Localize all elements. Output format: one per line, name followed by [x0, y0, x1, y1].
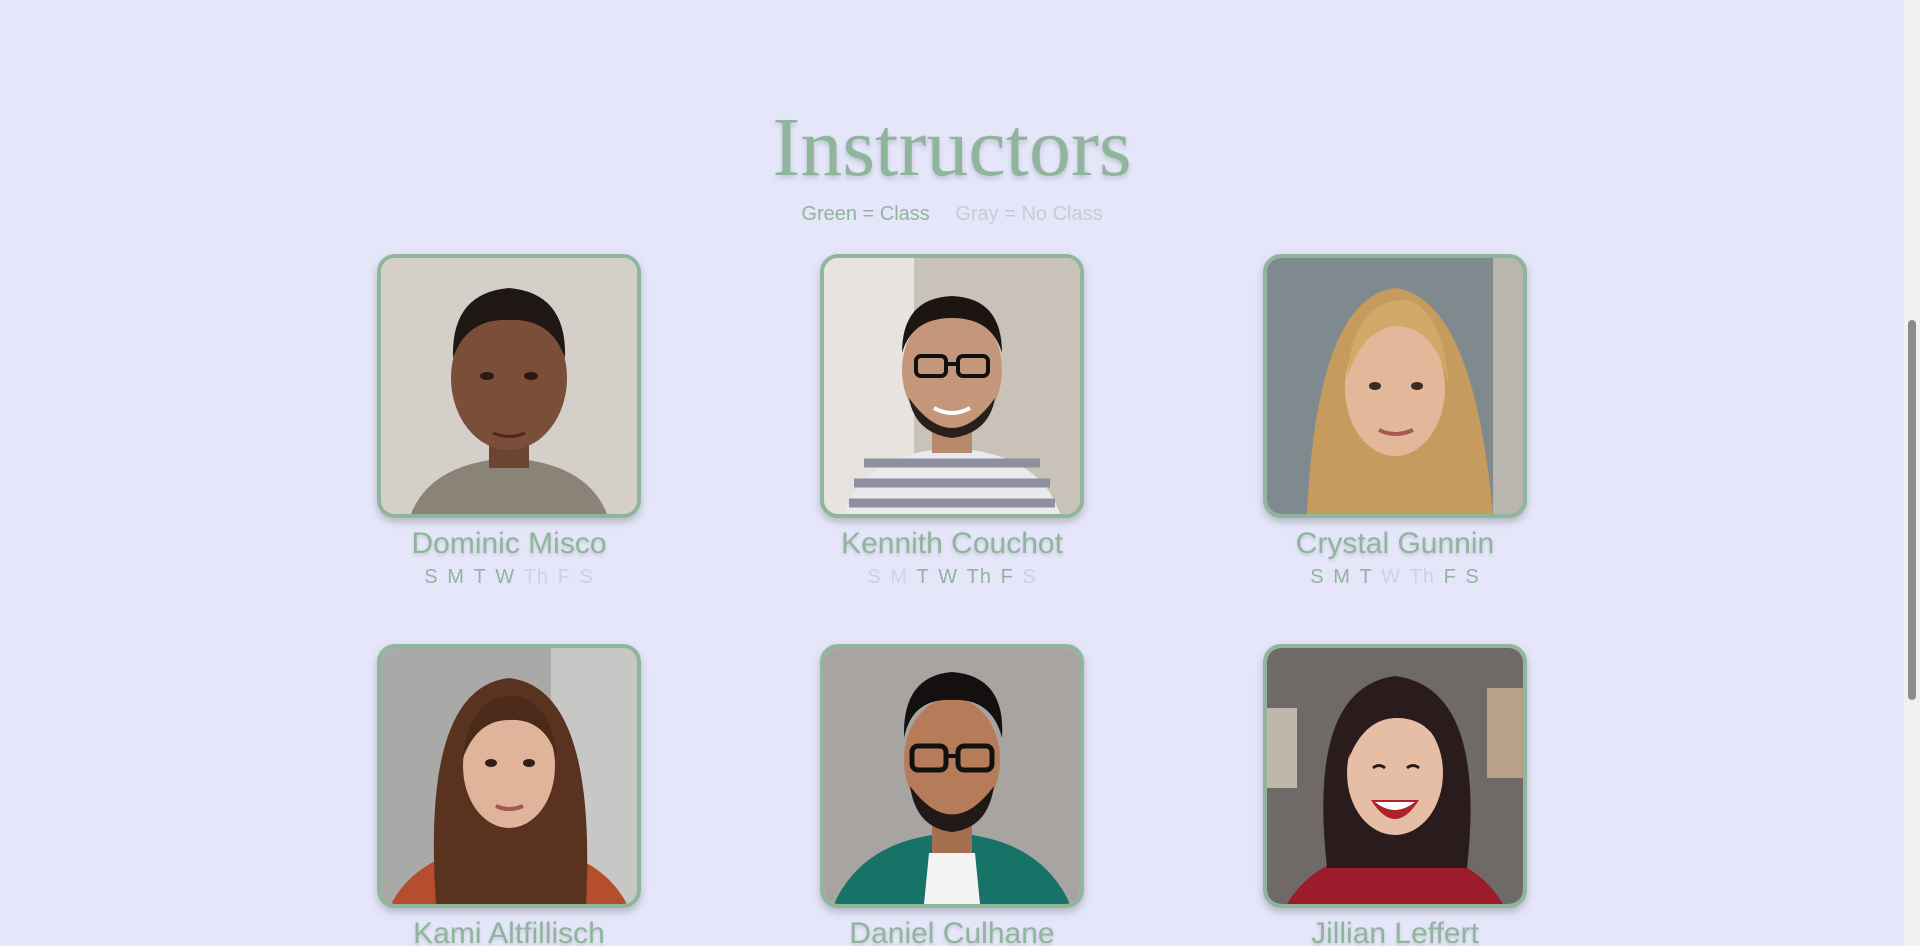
instructor-name: Kennith Couchot: [841, 527, 1063, 560]
portrait-image: [824, 258, 1080, 514]
portrait-image: [1267, 258, 1523, 514]
day-sun: S: [1310, 566, 1325, 588]
instructor-card[interactable]: Kennith Couchot S M T W Th F S: [820, 254, 1084, 590]
scroll-thumb[interactable]: [1908, 320, 1916, 700]
page-title: Instructors: [772, 101, 1132, 194]
instructor-card[interactable]: Daniel Culhane: [820, 644, 1084, 946]
portrait-image: [1267, 648, 1523, 904]
instructor-card[interactable]: Crystal Gunnin S M T W Th F S: [1263, 254, 1527, 590]
day-mon: M: [890, 566, 908, 588]
day-wed: W: [938, 566, 959, 588]
schedule-days: S M T W Th F S: [1263, 564, 1527, 590]
instructor-card[interactable]: Jillian Leffert: [1263, 644, 1527, 946]
day-sun: S: [424, 566, 439, 588]
portrait-image: [381, 258, 637, 514]
instructor-name: Jillian Leffert: [1311, 917, 1479, 946]
instructor-photo: [820, 254, 1084, 518]
day-fri: F: [1443, 566, 1457, 588]
day-mon: M: [447, 566, 465, 588]
day-thu: Th: [523, 566, 550, 588]
day-tue: T: [1359, 566, 1373, 588]
schedule-days: S M T W Th F S: [377, 564, 641, 590]
instructor-photo: [1263, 644, 1527, 908]
instructor-name: Dominic Misco: [411, 527, 607, 560]
instructor-card[interactable]: Dominic Misco S M T W Th F S: [377, 254, 641, 590]
day-wed: W: [1381, 566, 1402, 588]
page-scrollbar[interactable]: [1904, 0, 1920, 946]
day-fri: F: [557, 566, 571, 588]
day-tue: T: [473, 566, 487, 588]
legend-class: Green = Class: [801, 203, 930, 225]
schedule-legend: Green = Class Gray = No Class: [0, 200, 1904, 228]
schedule-days: S M T W Th F S: [820, 564, 1084, 590]
instructor-name: Crystal Gunnin: [1295, 527, 1495, 560]
day-fri: F: [1000, 566, 1014, 588]
portrait-image: [824, 648, 1080, 904]
day-mon: M: [1333, 566, 1351, 588]
instructor-name: Daniel Culhane: [849, 917, 1055, 946]
instructor-card[interactable]: Kami Altfillisch: [377, 644, 641, 946]
instructor-name: Kami Altfillisch: [413, 917, 605, 946]
day-thu: Th: [1409, 566, 1436, 588]
instructor-photo: [377, 644, 641, 908]
instructor-photo: [820, 644, 1084, 908]
page-viewport: Instructors Green = Class Gray = No Clas…: [0, 0, 1904, 946]
instructor-photo: [1263, 254, 1527, 518]
day-sat: S: [1465, 566, 1480, 588]
day-sat: S: [1022, 566, 1037, 588]
day-tue: T: [916, 566, 930, 588]
portrait-image: [381, 648, 637, 904]
day-wed: W: [495, 566, 516, 588]
instructor-photo: [377, 254, 641, 518]
day-thu: Th: [966, 566, 993, 588]
legend-no-class: Gray = No Class: [955, 203, 1103, 225]
day-sun: S: [867, 566, 882, 588]
day-sat: S: [579, 566, 594, 588]
